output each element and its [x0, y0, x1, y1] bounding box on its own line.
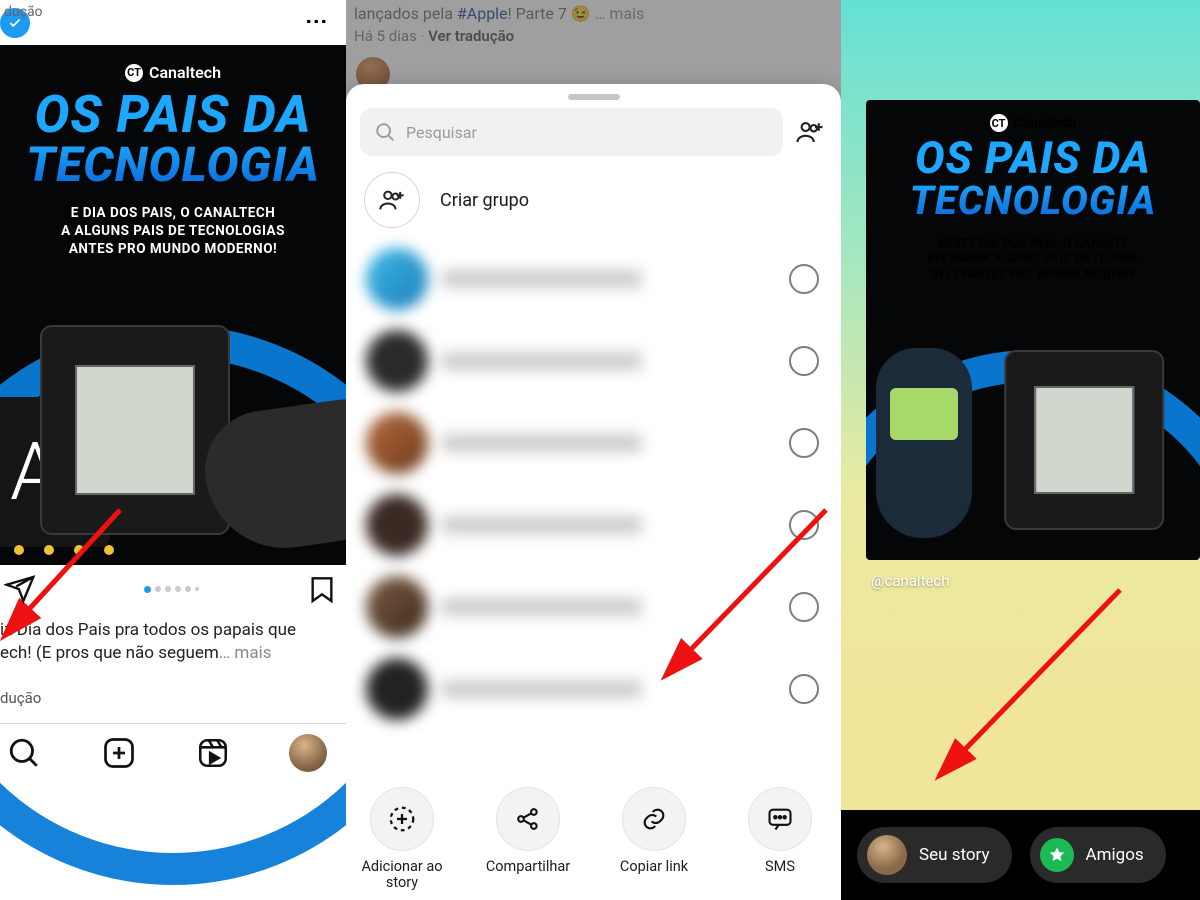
search-icon	[374, 121, 396, 143]
sms-icon	[766, 805, 794, 833]
select-radio[interactable]	[789, 510, 819, 540]
truncated-text: dução	[4, 4, 43, 20]
link-icon	[640, 805, 668, 833]
post-title: OS PAIS DA TECNOLOGIA	[26, 88, 320, 190]
feed-panel: dução ⋮ CTCanaltech OS PAIS DA TECNOLOGI…	[0, 0, 346, 900]
contact-row[interactable]	[360, 402, 825, 484]
brand-logo: CTCanaltech	[866, 114, 1200, 132]
share-button[interactable]: Compartilhar	[480, 787, 576, 892]
add-to-story-button[interactable]: Adicionar ao story	[354, 787, 450, 892]
shared-post-card[interactable]: CTCanaltech OS PAIS DA TECNOLOGIA NESTE …	[866, 100, 1200, 560]
nokia-phone-graphic	[876, 348, 972, 538]
contact-row[interactable]	[360, 320, 825, 402]
select-radio[interactable]	[789, 346, 819, 376]
search-placeholder: Pesquisar	[406, 123, 477, 142]
story-publish-bar: Seu story Amigos	[841, 810, 1200, 900]
contact-row[interactable]	[360, 648, 825, 730]
post-handle[interactable]: @canaltech	[871, 572, 950, 590]
share-bottom-sheet: Pesquisar Criar grupo	[346, 84, 841, 900]
post-options-button[interactable]: ⋮	[300, 1, 333, 45]
select-radio[interactable]	[789, 264, 819, 294]
sms-button[interactable]: SMS	[732, 787, 828, 892]
select-radio[interactable]	[789, 592, 819, 622]
search-input[interactable]: Pesquisar	[360, 108, 783, 156]
post-subtitle: E DIA DOS PAIS, O CANALTECH A ALGUNS PAI…	[61, 204, 285, 259]
contact-row[interactable]	[360, 566, 825, 648]
avatar-icon	[867, 835, 907, 875]
story-plus-icon	[387, 804, 417, 834]
create-group-icon	[364, 172, 420, 228]
post-subtitle: NESTE DIA DOS PAIS, O CANALTE RELEMBRA A…	[866, 236, 1200, 283]
story-editor-panel: CTCanaltech OS PAIS DA TECNOLOGIA NESTE …	[841, 0, 1200, 900]
create-group-label: Criar grupo	[440, 190, 529, 211]
post-image[interactable]: CTCanaltech OS PAIS DA TECNOLOGIA E DIA …	[0, 45, 346, 565]
star-icon	[1040, 838, 1074, 872]
share-options-row: Adicionar ao story Compartilhar Copiar l…	[346, 781, 841, 892]
share-nodes-icon	[514, 805, 542, 833]
share-icon[interactable]	[4, 573, 36, 605]
post-graphic: A	[0, 335, 346, 565]
your-story-button[interactable]: Seu story	[857, 827, 1012, 883]
close-friends-button[interactable]: Amigos	[1030, 827, 1166, 883]
select-radio[interactable]	[789, 428, 819, 458]
gameboy-graphic	[1004, 350, 1164, 530]
share-sheet-panel: lançados pela #Apple! Parte 7 😉 … mais H…	[346, 0, 841, 900]
contact-row[interactable]	[360, 238, 825, 320]
contact-list	[346, 234, 841, 730]
select-radio[interactable]	[789, 674, 819, 704]
copy-link-button[interactable]: Copiar link	[606, 787, 702, 892]
contact-row[interactable]	[360, 484, 825, 566]
post-title: OS PAIS DA TECNOLOGIA	[866, 136, 1200, 222]
create-group-row[interactable]: Criar grupo	[346, 156, 841, 234]
brand-logo: CTCanaltech	[125, 63, 221, 82]
add-people-icon[interactable]	[793, 115, 827, 149]
sheet-grabber[interactable]	[568, 94, 620, 100]
